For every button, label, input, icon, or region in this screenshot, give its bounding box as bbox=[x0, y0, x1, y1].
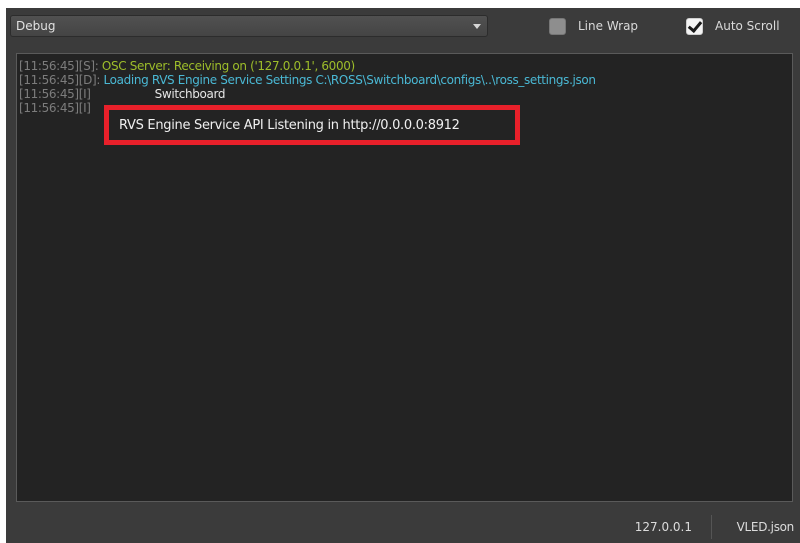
log-timestamp: [11:56:45] bbox=[19, 101, 79, 115]
log-separator: : bbox=[96, 73, 101, 87]
line-wrap-label: Line Wrap bbox=[578, 19, 639, 33]
log-level-dropdown[interactable]: Debug bbox=[10, 15, 488, 37]
chevron-down-icon bbox=[473, 24, 481, 29]
log-timestamp: [11:56:45] bbox=[19, 87, 79, 101]
log-message: OSC Server: Receiving on ('127.0.0.1', 6… bbox=[101, 59, 355, 73]
status-bar: 127.0.0.1 VLED.json bbox=[6, 511, 800, 543]
log-level-tag: [I] bbox=[78, 101, 91, 115]
log-level-tag: [I] bbox=[78, 87, 91, 101]
log-line: [11:56:45][D]: Loading RVS Engine Servic… bbox=[19, 73, 790, 87]
checkmark-icon bbox=[687, 17, 703, 33]
highlighted-log-message: RVS Engine Service API Listening in http… bbox=[119, 118, 460, 133]
line-wrap-toggle[interactable]: Line Wrap bbox=[549, 16, 638, 36]
line-wrap-checkbox[interactable] bbox=[549, 17, 566, 35]
log-message: Switchboard bbox=[154, 87, 226, 101]
status-config-file: VLED.json bbox=[736, 520, 795, 534]
log-line: [11:56:45][I] Switchboard bbox=[19, 87, 790, 101]
auto-scroll-label: Auto Scroll bbox=[715, 19, 780, 33]
log-line: [11:56:45][S]: OSC Server: Receiving on … bbox=[19, 59, 790, 73]
log-level-tag: [D] bbox=[78, 73, 97, 87]
auto-scroll-checkbox[interactable] bbox=[686, 17, 703, 35]
output-log-window: Debug Line Wrap Auto Scroll [11:56:45][S… bbox=[6, 8, 800, 543]
auto-scroll-toggle[interactable]: Auto Scroll bbox=[686, 16, 780, 36]
highlight-annotation-box: RVS Engine Service API Listening in http… bbox=[104, 105, 520, 145]
log-message: Loading RVS Engine Service Settings C:\R… bbox=[103, 73, 597, 87]
log-separator: : bbox=[94, 59, 99, 73]
log-level-tag: [S] bbox=[78, 59, 95, 73]
status-divider bbox=[711, 515, 712, 539]
status-ip-address: 127.0.0.1 bbox=[634, 520, 692, 534]
log-toolbar: Debug Line Wrap Auto Scroll bbox=[6, 8, 800, 44]
log-timestamp: [11:56:45] bbox=[19, 73, 79, 87]
log-timestamp: [11:56:45] bbox=[19, 59, 79, 73]
log-level-value: Debug bbox=[16, 19, 56, 33]
